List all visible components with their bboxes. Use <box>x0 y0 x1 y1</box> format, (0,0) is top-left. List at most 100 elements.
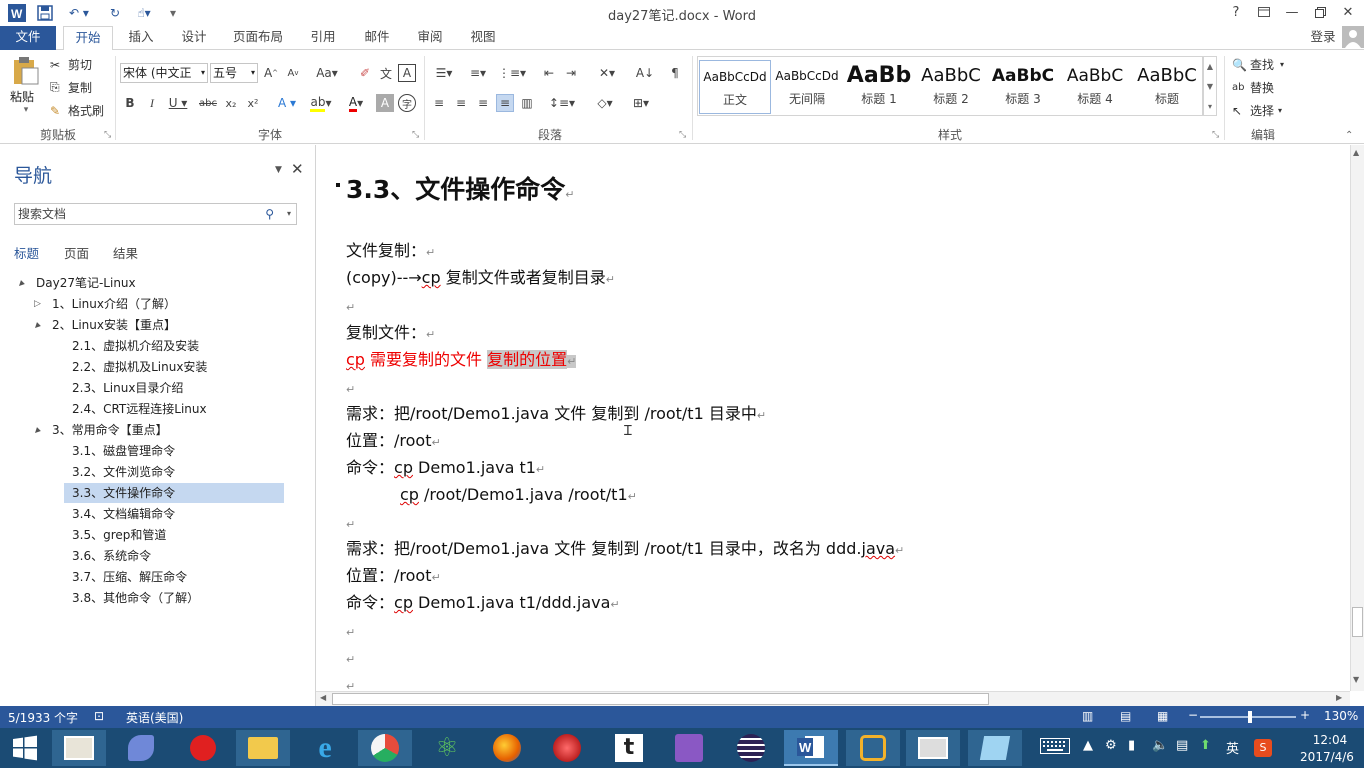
zoom-slider-thumb[interactable] <box>1248 711 1252 723</box>
horizontal-scrollbar[interactable]: ◀ ▶ <box>316 691 1350 706</box>
replace-button[interactable]: ab 替换 <box>1232 79 1274 96</box>
close-icon[interactable]: ✕ <box>1334 0 1362 24</box>
borders-icon[interactable]: ⊞▾ <box>626 94 656 112</box>
enclose-characters-icon[interactable]: 字 <box>398 94 416 112</box>
nav-tree-item[interactable]: 3.2、文件浏览命令 <box>0 462 300 483</box>
justify-icon[interactable]: ≡ <box>496 94 514 112</box>
taskbar-app-typora[interactable]: t <box>602 730 656 766</box>
format-painter-button[interactable]: ✎ 格式刷 <box>50 102 104 119</box>
taskbar-app-notepad[interactable] <box>968 730 1022 766</box>
language-indicator[interactable]: 英语(美国) <box>126 709 183 726</box>
asian-layout-icon[interactable]: ✕▾ <box>592 64 622 82</box>
volume-icon[interactable]: 🔈 <box>1152 738 1168 753</box>
taskbar-app-xmind[interactable] <box>358 730 412 766</box>
taskbar-app-player[interactable] <box>540 730 594 766</box>
tab-review[interactable]: 审阅 <box>409 26 451 50</box>
tab-home[interactable]: 开始 <box>63 26 113 51</box>
print-layout-icon[interactable]: ▤ <box>1120 709 1131 723</box>
sogou-icon[interactable]: S <box>1254 739 1272 757</box>
multilevel-list-icon[interactable]: ⋮≡▾ <box>498 64 526 82</box>
nav-tree-item[interactable]: 2.1、虚拟机介绍及安装 <box>0 336 300 357</box>
text-effects-icon[interactable]: A ▾ <box>274 94 300 112</box>
tree-toggle-icon[interactable]: ▲ <box>14 276 30 292</box>
shading-icon[interactable]: ◇▾ <box>590 94 620 112</box>
select-button[interactable]: ↖ 选择 ▾ <box>1232 102 1282 119</box>
search-options-icon[interactable]: ▾ <box>287 204 291 224</box>
paste-button[interactable]: 粘贴 ▾ <box>10 56 42 116</box>
zoom-out-icon[interactable]: − <box>1188 708 1198 722</box>
font-color-icon[interactable]: A ▾ <box>342 94 370 112</box>
nav-tab-headings[interactable]: 标题 <box>14 243 39 262</box>
nav-tree-item[interactable]: 3.7、压缩、解压命令 <box>0 567 300 588</box>
strikethrough-icon[interactable]: abc <box>199 94 217 112</box>
change-case-icon[interactable]: Aa▾ <box>312 64 342 82</box>
restore-icon[interactable] <box>1306 0 1334 24</box>
bold-icon[interactable]: B <box>121 94 139 112</box>
nav-close-icon[interactable]: ✕ <box>291 160 304 178</box>
nav-tree-item[interactable]: 2.3、Linux目录介绍 <box>0 378 300 399</box>
align-right-icon[interactable]: ≡ <box>474 94 492 112</box>
nav-search-input[interactable]: 搜索文档 ⚲ ▾ <box>14 203 297 225</box>
font-name-combo[interactable]: 宋体 (中文正 ▾ <box>120 63 208 83</box>
scroll-left-icon[interactable]: ◀ <box>320 693 326 702</box>
minimize-icon[interactable]: — <box>1278 0 1306 24</box>
ime-indicator[interactable]: 英 <box>1226 738 1239 757</box>
underline-icon[interactable]: U ▾ <box>165 94 191 112</box>
numbering-icon[interactable]: ≡▾ <box>464 64 492 82</box>
shrink-font-icon[interactable]: Av <box>284 64 302 82</box>
word-count[interactable]: 5/1933 个字 <box>8 709 78 726</box>
battery-icon[interactable]: ▮ <box>1128 738 1135 753</box>
selected-text[interactable]: 复制的位置 <box>487 350 568 369</box>
paragraph-dialog-launcher-icon[interactable]: ⤡ <box>679 130 686 140</box>
tab-layout[interactable]: 页面布局 <box>226 26 290 50</box>
taskbar-app-red[interactable] <box>176 730 230 766</box>
line-spacing-icon[interactable]: ↕≡▾ <box>548 94 576 112</box>
update-icon[interactable]: ⬆ <box>1200 738 1211 753</box>
taskbar-app-explorer[interactable] <box>236 730 290 766</box>
find-button[interactable]: 🔍 查找 ▾ <box>1232 56 1284 73</box>
style-item[interactable]: AaBbC 标题 <box>1131 60 1203 114</box>
nav-tree-item[interactable]: 3.1、磁盘管理命令 <box>0 441 300 462</box>
tab-design[interactable]: 设计 <box>173 26 215 50</box>
show-marks-icon[interactable]: ¶ <box>666 64 684 82</box>
start-button[interactable] <box>0 730 50 766</box>
styles-scroll[interactable]: ▲ ▼ ▾ <box>1203 56 1217 116</box>
increase-indent-icon[interactable]: ⇥ <box>562 64 580 82</box>
style-item[interactable]: AaBbC 标题 2 <box>915 60 987 114</box>
style-item[interactable]: AaBbCcDd 正文 <box>699 60 771 114</box>
vertical-scroll-thumb[interactable] <box>1352 607 1363 637</box>
vertical-scrollbar[interactable]: ▲ ▼ <box>1350 145 1364 691</box>
taskbar-app-ie[interactable]: e <box>298 730 352 766</box>
nav-tree-item[interactable]: ▲ 3、常用命令【重点】 <box>0 420 300 441</box>
taskbar-app-firefox[interactable] <box>480 730 534 766</box>
style-item[interactable]: AaBb 标题 1 <box>843 60 915 114</box>
tab-mailings[interactable]: 邮件 <box>356 26 398 50</box>
superscript-icon[interactable]: x² <box>244 94 262 112</box>
wifi-icon[interactable]: ▤ <box>1176 738 1188 753</box>
distributed-icon[interactable]: ▥ <box>518 94 536 112</box>
tree-toggle-icon[interactable]: ▲ <box>30 318 46 334</box>
sign-in-link[interactable]: 登录 <box>1304 26 1342 50</box>
read-mode-icon[interactable]: ▥ <box>1082 709 1093 723</box>
nav-tree-item[interactable]: ▷ 1、Linux介绍（了解） <box>0 294 300 315</box>
network-app-icon[interactable]: ⚙ <box>1105 738 1117 753</box>
tree-toggle-icon[interactable]: ▲ <box>30 423 46 439</box>
taskbar-app-reader[interactable] <box>52 730 106 766</box>
character-border-icon[interactable]: A <box>398 64 416 82</box>
nav-tree-item[interactable]: 3.8、其他命令（了解） <box>0 588 300 609</box>
horizontal-scroll-thumb[interactable] <box>332 693 989 705</box>
nav-tab-results[interactable]: 结果 <box>113 243 138 262</box>
tab-insert[interactable]: 插入 <box>120 26 162 50</box>
keyboard-icon[interactable] <box>1040 736 1070 756</box>
zoom-level[interactable]: 130% <box>1324 709 1358 723</box>
style-item[interactable]: AaBbCcDd 无间隔 <box>771 60 843 114</box>
taskbar-app-dolphin[interactable] <box>114 730 168 766</box>
clock-time[interactable]: 12:04 <box>1300 733 1360 747</box>
avatar[interactable] <box>1342 26 1364 48</box>
tab-file[interactable]: 文件 <box>0 26 56 50</box>
font-size-combo[interactable]: 五号 ▾ <box>210 63 258 83</box>
taskbar-app-word[interactable]: W <box>784 730 838 766</box>
taskbar-app-atom[interactable]: ⚛ <box>420 730 474 766</box>
styles-dialog-launcher-icon[interactable]: ⤡ <box>1212 130 1219 140</box>
taskbar-app-vmware[interactable] <box>846 730 900 766</box>
